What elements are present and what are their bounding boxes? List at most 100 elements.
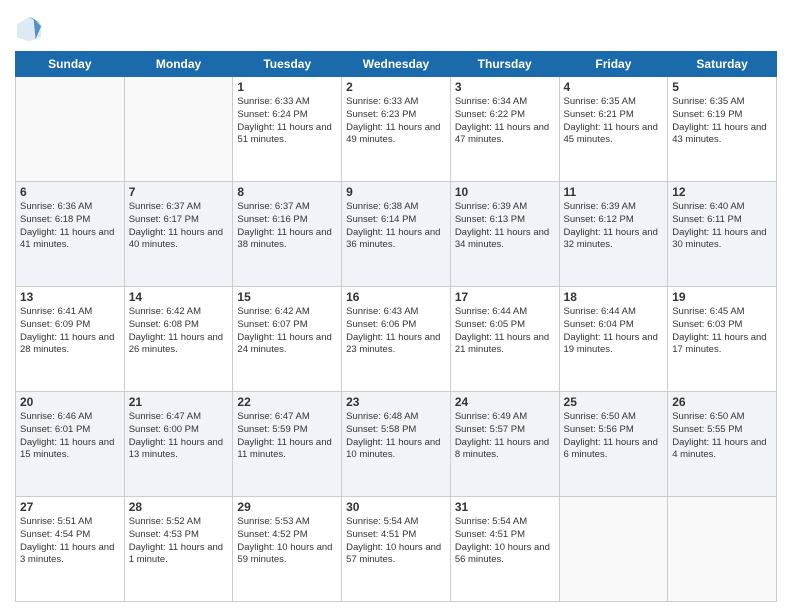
day-info: Sunrise: 6:33 AM Sunset: 6:23 PM Dayligh… bbox=[346, 96, 446, 147]
calendar-cell: 28Sunrise: 5:52 AM Sunset: 4:53 PM Dayli… bbox=[124, 497, 233, 602]
day-info: Sunrise: 6:35 AM Sunset: 6:21 PM Dayligh… bbox=[564, 96, 664, 147]
day-number: 26 bbox=[672, 395, 772, 409]
day-number: 10 bbox=[455, 185, 555, 199]
day-info: Sunrise: 6:37 AM Sunset: 6:17 PM Dayligh… bbox=[129, 201, 229, 252]
day-number: 17 bbox=[455, 290, 555, 304]
day-number: 25 bbox=[564, 395, 664, 409]
day-info: Sunrise: 6:44 AM Sunset: 6:05 PM Dayligh… bbox=[455, 306, 555, 357]
calendar-cell: 25 Sunrise: 6:50 AM Sunset: 5:56 PM Dayli… bbox=[559, 392, 668, 497]
day-number: 4 bbox=[564, 80, 664, 94]
calendar-cell: 24Sunrise: 6:49 AM Sunset: 5:57 PM Dayli… bbox=[450, 392, 559, 497]
day-info: Sunrise: 6:45 AM Sunset: 6:03 PM Dayligh… bbox=[672, 306, 772, 357]
day-number: 5 bbox=[672, 80, 772, 94]
day-info: Sunrise: 6:37 AM Sunset: 6:16 PM Dayligh… bbox=[237, 201, 337, 252]
day-info: Sunrise: 6:38 AM Sunset: 6:14 PM Dayligh… bbox=[346, 201, 446, 252]
day-info: Sunrise: 6:33 AM Sunset: 6:24 PM Dayligh… bbox=[237, 96, 337, 147]
day-info: Sunrise: 6:49 AM Sunset: 5:57 PM Dayligh… bbox=[455, 411, 555, 462]
calendar-week-5: 27Sunrise: 5:51 AM Sunset: 4:54 PM Dayli… bbox=[16, 497, 777, 602]
day-info: Sunrise: 6:41 AM Sunset: 6:09 PM Dayligh… bbox=[20, 306, 120, 357]
day-number: 8 bbox=[237, 185, 337, 199]
calendar-week-3: 13 Sunrise: 6:41 AM Sunset: 6:09 PM Dayli… bbox=[16, 287, 777, 392]
logo-icon bbox=[15, 15, 43, 43]
header-friday: Friday bbox=[559, 52, 668, 77]
day-info: Sunrise: 5:54 AM Sunset: 4:51 PM Dayligh… bbox=[346, 516, 446, 567]
calendar-cell bbox=[559, 497, 668, 602]
day-number: 20 bbox=[20, 395, 120, 409]
header-sunday: Sunday bbox=[16, 52, 125, 77]
calendar-cell: 9 Sunrise: 6:38 AM Sunset: 6:14 PM Daylig… bbox=[342, 182, 451, 287]
calendar-cell: 19 Sunrise: 6:45 AM Sunset: 6:03 PM Dayli… bbox=[668, 287, 777, 392]
day-number: 30 bbox=[346, 500, 446, 514]
header-tuesday: Tuesday bbox=[233, 52, 342, 77]
day-info: Sunrise: 6:50 AM Sunset: 5:55 PM Dayligh… bbox=[672, 411, 772, 462]
day-number: 21 bbox=[129, 395, 229, 409]
day-info: Sunrise: 6:36 AM Sunset: 6:18 PM Dayligh… bbox=[20, 201, 120, 252]
day-number: 19 bbox=[672, 290, 772, 304]
day-info: Sunrise: 6:46 AM Sunset: 6:01 PM Dayligh… bbox=[20, 411, 120, 462]
day-number: 22 bbox=[237, 395, 337, 409]
calendar-week-2: 6 Sunrise: 6:36 AM Sunset: 6:18 PM Daylig… bbox=[16, 182, 777, 287]
page: Sunday Monday Tuesday Wednesday Thursday… bbox=[0, 0, 792, 612]
day-number: 23 bbox=[346, 395, 446, 409]
calendar-cell: 26 Sunrise: 6:50 AM Sunset: 5:55 PM Dayli… bbox=[668, 392, 777, 497]
day-number: 16 bbox=[346, 290, 446, 304]
day-info: Sunrise: 5:54 AM Sunset: 4:51 PM Dayligh… bbox=[455, 516, 555, 567]
day-info: Sunrise: 5:51 AM Sunset: 4:54 PM Dayligh… bbox=[20, 516, 120, 567]
day-info: Sunrise: 6:42 AM Sunset: 6:08 PM Dayligh… bbox=[129, 306, 229, 357]
day-info: Sunrise: 5:53 AM Sunset: 4:52 PM Dayligh… bbox=[237, 516, 337, 567]
calendar-cell: 27Sunrise: 5:51 AM Sunset: 4:54 PM Dayli… bbox=[16, 497, 125, 602]
calendar-cell: 5 Sunrise: 6:35 AM Sunset: 6:19 PM Daylig… bbox=[668, 77, 777, 182]
calendar-cell: 30 Sunrise: 5:54 AM Sunset: 4:51 PM Dayli… bbox=[342, 497, 451, 602]
header-thursday: Thursday bbox=[450, 52, 559, 77]
calendar-cell: 29 Sunrise: 5:53 AM Sunset: 4:52 PM Dayli… bbox=[233, 497, 342, 602]
day-number: 28 bbox=[129, 500, 229, 514]
day-number: 15 bbox=[237, 290, 337, 304]
day-number: 12 bbox=[672, 185, 772, 199]
day-info: Sunrise: 6:50 AM Sunset: 5:56 PM Dayligh… bbox=[564, 411, 664, 462]
calendar-cell: 8 Sunrise: 6:37 AM Sunset: 6:16 PM Daylig… bbox=[233, 182, 342, 287]
calendar-cell: 2 Sunrise: 6:33 AM Sunset: 6:23 PM Daylig… bbox=[342, 77, 451, 182]
day-info: Sunrise: 6:44 AM Sunset: 6:04 PM Dayligh… bbox=[564, 306, 664, 357]
day-number: 14 bbox=[129, 290, 229, 304]
day-info: Sunrise: 6:40 AM Sunset: 6:11 PM Dayligh… bbox=[672, 201, 772, 252]
calendar-cell: 7 Sunrise: 6:37 AM Sunset: 6:17 PM Daylig… bbox=[124, 182, 233, 287]
calendar-table: Sunday Monday Tuesday Wednesday Thursday… bbox=[15, 51, 777, 602]
day-number: 2 bbox=[346, 80, 446, 94]
calendar-cell: 3Sunrise: 6:34 AM Sunset: 6:22 PM Daylig… bbox=[450, 77, 559, 182]
calendar-week-1: 1 Sunrise: 6:33 AM Sunset: 6:24 PM Daylig… bbox=[16, 77, 777, 182]
day-number: 7 bbox=[129, 185, 229, 199]
calendar-cell: 11 Sunrise: 6:39 AM Sunset: 6:12 PM Dayli… bbox=[559, 182, 668, 287]
calendar-cell: 12 Sunrise: 6:40 AM Sunset: 6:11 PM Dayli… bbox=[668, 182, 777, 287]
day-number: 6 bbox=[20, 185, 120, 199]
day-info: Sunrise: 6:35 AM Sunset: 6:19 PM Dayligh… bbox=[672, 96, 772, 147]
calendar-cell: 1 Sunrise: 6:33 AM Sunset: 6:24 PM Daylig… bbox=[233, 77, 342, 182]
weekday-header-row: Sunday Monday Tuesday Wednesday Thursday… bbox=[16, 52, 777, 77]
calendar-cell: 22 Sunrise: 6:47 AM Sunset: 5:59 PM Dayli… bbox=[233, 392, 342, 497]
calendar-cell: 4 Sunrise: 6:35 AM Sunset: 6:21 PM Daylig… bbox=[559, 77, 668, 182]
calendar-cell bbox=[16, 77, 125, 182]
day-info: Sunrise: 6:42 AM Sunset: 6:07 PM Dayligh… bbox=[237, 306, 337, 357]
calendar-cell: 21 Sunrise: 6:47 AM Sunset: 6:00 PM Dayli… bbox=[124, 392, 233, 497]
day-info: Sunrise: 6:47 AM Sunset: 5:59 PM Dayligh… bbox=[237, 411, 337, 462]
day-number: 9 bbox=[346, 185, 446, 199]
day-info: Sunrise: 6:39 AM Sunset: 6:13 PM Dayligh… bbox=[455, 201, 555, 252]
day-number: 13 bbox=[20, 290, 120, 304]
calendar-cell: 13 Sunrise: 6:41 AM Sunset: 6:09 PM Dayli… bbox=[16, 287, 125, 392]
day-number: 11 bbox=[564, 185, 664, 199]
calendar-cell: 20 Sunrise: 6:46 AM Sunset: 6:01 PM Dayli… bbox=[16, 392, 125, 497]
calendar-week-4: 20 Sunrise: 6:46 AM Sunset: 6:01 PM Dayli… bbox=[16, 392, 777, 497]
calendar-cell: 18Sunrise: 6:44 AM Sunset: 6:04 PM Dayli… bbox=[559, 287, 668, 392]
header-monday: Monday bbox=[124, 52, 233, 77]
day-info: Sunrise: 6:48 AM Sunset: 5:58 PM Dayligh… bbox=[346, 411, 446, 462]
calendar-cell bbox=[668, 497, 777, 602]
header bbox=[15, 10, 777, 43]
calendar-cell: 23 Sunrise: 6:48 AM Sunset: 5:58 PM Dayli… bbox=[342, 392, 451, 497]
day-info: Sunrise: 6:34 AM Sunset: 6:22 PM Dayligh… bbox=[455, 96, 555, 147]
day-info: Sunrise: 6:47 AM Sunset: 6:00 PM Dayligh… bbox=[129, 411, 229, 462]
day-number: 1 bbox=[237, 80, 337, 94]
calendar-cell: 14 Sunrise: 6:42 AM Sunset: 6:08 PM Dayli… bbox=[124, 287, 233, 392]
day-number: 29 bbox=[237, 500, 337, 514]
calendar-cell: 10 Sunrise: 6:39 AM Sunset: 6:13 PM Dayli… bbox=[450, 182, 559, 287]
day-info: Sunrise: 6:43 AM Sunset: 6:06 PM Dayligh… bbox=[346, 306, 446, 357]
day-info: Sunrise: 6:39 AM Sunset: 6:12 PM Dayligh… bbox=[564, 201, 664, 252]
